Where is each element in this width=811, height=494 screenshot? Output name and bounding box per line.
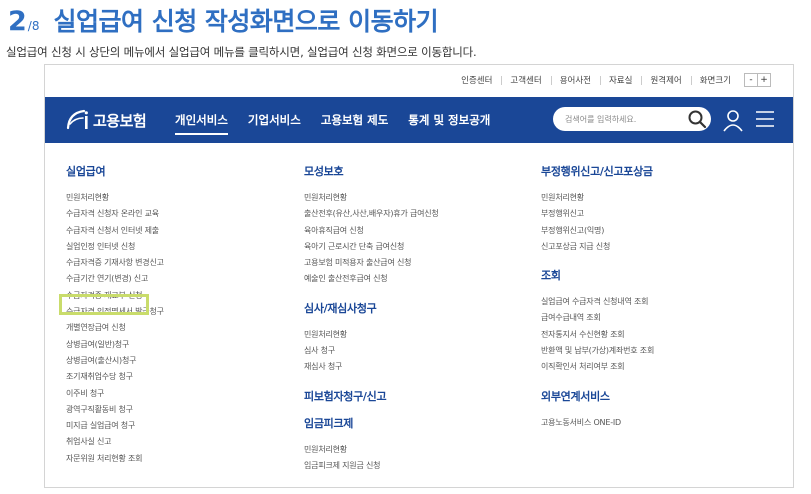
step-title: 2 /8 실업급여 신청 작성화면으로 이동하기 xyxy=(8,2,439,38)
menu-item-list: 민원처리현황 출산전후(유산,사산,배우자)휴가 급여신청 육아휴직급여 신청 육아기… xyxy=(304,190,439,288)
menu-category-title[interactable]: 부정행위신고/신고포상금 xyxy=(541,163,654,178)
menu-item[interactable]: 급여수급내역 조회 xyxy=(541,310,654,326)
menu-category-title[interactable]: 모성보호 xyxy=(304,163,439,178)
menu-category-title[interactable]: 피보험자청구/신고 xyxy=(304,388,439,403)
user-icon[interactable] xyxy=(721,108,745,132)
font-increase-button[interactable]: + xyxy=(758,73,771,87)
util-link-remote-control[interactable]: 원격제어 xyxy=(641,74,690,86)
util-screen-size-label: 화면크기 xyxy=(690,74,740,86)
font-decrease-button[interactable]: - xyxy=(744,73,758,87)
nav-personal-services[interactable]: 개인서비스 xyxy=(175,97,228,143)
nav-statistics[interactable]: 통계 및 정보공개 xyxy=(408,97,490,143)
menu-group: 모성보호민원처리현황 출산전후(유산,사산,배우자)휴가 급여신청 육아휴직급여 신… xyxy=(304,163,439,288)
highlight-box xyxy=(59,294,149,315)
menu-item[interactable]: 개별연장급여 신청 xyxy=(66,320,164,336)
menu-item-list: 민원처리현황 심사 청구 재심사 청구 xyxy=(304,327,439,376)
menu-item-list: 민원처리현황 부정행위신고 부정행위신고(익명) 신고포상금 지급 신청 xyxy=(541,190,654,255)
search-icon[interactable] xyxy=(687,109,707,129)
menu-item[interactable]: 수급자격증 기재사항 변경신고 xyxy=(66,255,164,271)
menu-category-title[interactable]: 임금피크제 xyxy=(304,415,439,430)
menu-column-3: 부정행위신고/신고포상금민원처리현황 부정행위신고 부정행위신고(익명) 신고포상금 … xyxy=(541,163,654,431)
menu-category-title[interactable]: 외부연계서비스 xyxy=(541,388,654,403)
util-link-archive[interactable]: 자료실 xyxy=(599,74,641,86)
menu-item[interactable]: 이주비 청구 xyxy=(66,386,164,402)
main-navigation-bar: 고용보험 개인서비스 기업서비스 고용보험 제도 통계 및 정보공개 xyxy=(45,97,793,143)
nav-insurance-system[interactable]: 고용보험 제도 xyxy=(321,97,388,143)
menu-item[interactable]: 취업사실 신고 xyxy=(66,434,164,450)
site-logo[interactable]: 고용보험 xyxy=(65,109,147,131)
menu-group: 부정행위신고/신고포상금민원처리현황 부정행위신고 부정행위신고(익명) 신고포상금 … xyxy=(541,163,654,255)
menu-item[interactable]: 민원처리현황 xyxy=(66,190,164,206)
step-total: /8 xyxy=(27,19,40,33)
font-size-control: - + xyxy=(744,73,771,87)
logo-mark-icon xyxy=(66,109,88,130)
menu-item-list: 고용노동서비스 ONE-ID xyxy=(541,415,654,431)
menu-column-2: 모성보호 민원처리현황 출산전후(유산,사산,배우자)휴가 급여신청 육아휴직급여 신… xyxy=(304,163,439,474)
menu-item[interactable]: 조기재취업수당 청구 xyxy=(66,369,164,385)
utility-bar: 인증센터 고객센터 용어사전 자료실 원격제어 화면크기 - + xyxy=(452,65,793,95)
menu-item[interactable]: 반환액 및 납부(가상)계좌번호 조회 xyxy=(541,343,654,359)
menu-item[interactable]: 육아기 근로시간 단축 급여신청 xyxy=(304,239,439,255)
menu-item[interactable]: 고용보험 미적용자 출산급여 신청 xyxy=(304,255,439,271)
menu-group: 외부연계서비스고용노동서비스 ONE-ID xyxy=(541,388,654,431)
menu-item[interactable]: 예술인 출산전후급여 신청 xyxy=(304,271,439,287)
menu-item[interactable]: 실업급여 수급자격 신청내역 조회 xyxy=(541,294,654,310)
menu-item[interactable]: 민원처리현황 xyxy=(304,327,439,343)
menu-item[interactable]: 광역구직활동비 청구 xyxy=(66,402,164,418)
menu-item-list: 민원처리현황 임금피크제 지원금 신청 xyxy=(304,442,439,475)
menu-category-title[interactable]: 조회 xyxy=(541,267,654,282)
menu-column-1: 실업급여민원처리현황 수급자격 신청자 온라인 교육 수급자격 신청서 인터넷 제출… xyxy=(66,163,164,467)
menu-item[interactable]: 민원처리현황 xyxy=(304,442,439,458)
page-title: 실업급여 신청 작성화면으로 이동하기 xyxy=(53,7,439,36)
menu-item[interactable]: 고용노동서비스 ONE-ID xyxy=(541,415,654,431)
menu-item[interactable]: 자문위원 처리현황 조회 xyxy=(66,451,164,467)
menu-category-title[interactable]: 실업급여 xyxy=(66,163,164,178)
menu-item[interactable]: 수급자격 신청서 인터넷 제출 xyxy=(66,223,164,239)
menu-item[interactable]: 수급자격 신청자 온라인 교육 xyxy=(66,206,164,222)
menu-item[interactable]: 부정행위신고 xyxy=(541,206,654,222)
menu-item[interactable]: 출산전후(유산,사산,배우자)휴가 급여신청 xyxy=(304,206,439,222)
menu-item-list: 민원처리현황 수급자격 신청자 온라인 교육 수급자격 신청서 인터넷 제출 실업인정… xyxy=(66,190,164,467)
menu-group: 피보험자청구/신고 xyxy=(304,388,439,403)
step-description: 실업급여 신청 시 상단의 메뉴에서 실업급여 메뉴를 클릭하시면, 실업급여 … xyxy=(6,45,477,59)
menu-item[interactable]: 상병급여(일반)청구 xyxy=(66,337,164,353)
menu-item[interactable]: 전자통지서 수신현황 조회 xyxy=(541,327,654,343)
menu-item[interactable]: 이직확인서 처리여부 조회 xyxy=(541,359,654,375)
menu-item[interactable]: 부정행위신고(익명) xyxy=(541,223,654,239)
menu-item[interactable]: 육아휴직급여 신청 xyxy=(304,223,439,239)
menu-item[interactable]: 실업인정 인터넷 신청 xyxy=(66,239,164,255)
menu-item[interactable]: 수급기간 연기(변경) 신고 xyxy=(66,271,164,287)
util-link-cert-center[interactable]: 인증센터 xyxy=(452,74,501,86)
menu-group: 임금피크제민원처리현황 임금피크제 지원금 신청 xyxy=(304,415,439,475)
menu-item[interactable]: 민원처리현황 xyxy=(541,190,654,206)
util-link-customer-center[interactable]: 고객센터 xyxy=(501,74,550,86)
logo-text: 고용보험 xyxy=(93,111,147,130)
hamburger-menu-icon[interactable] xyxy=(755,109,775,129)
menu-item[interactable]: 심사 청구 xyxy=(304,343,439,359)
step-number: 2 xyxy=(8,6,27,37)
menu-group: 조회실업급여 수급자격 신청내역 조회 급여수급내역 조회 전자통지서 수신현황 조… xyxy=(541,267,654,375)
website-screenshot: 인증센터 고객센터 용어사전 자료실 원격제어 화면크기 - + 고용보험 개인… xyxy=(44,64,794,488)
menu-item[interactable]: 상병급여(출산시)청구 xyxy=(66,353,164,369)
menu-item[interactable]: 신고포상금 지급 신청 xyxy=(541,239,654,255)
menu-category-title[interactable]: 심사/재심사청구 xyxy=(304,300,439,315)
search-input[interactable] xyxy=(565,111,685,127)
nav-business-services[interactable]: 기업서비스 xyxy=(248,97,301,143)
util-link-glossary[interactable]: 용어사전 xyxy=(550,74,600,86)
menu-item[interactable]: 재심사 청구 xyxy=(304,359,439,375)
menu-group: 실업급여민원처리현황 수급자격 신청자 온라인 교육 수급자격 신청서 인터넷 제출… xyxy=(66,163,164,467)
menu-item[interactable]: 미지급 실업급여 청구 xyxy=(66,418,164,434)
menu-item[interactable]: 임금피크제 지원금 신청 xyxy=(304,458,439,474)
search-box xyxy=(553,107,711,131)
menu-group: 심사/재심사청구민원처리현황 심사 청구 재심사 청구 xyxy=(304,300,439,376)
gnb: 개인서비스 기업서비스 고용보험 제도 통계 및 정보공개 xyxy=(175,97,510,143)
menu-item[interactable]: 민원처리현황 xyxy=(304,190,439,206)
menu-item-list: 실업급여 수급자격 신청내역 조회 급여수급내역 조회 전자통지서 수신현황 조회 반… xyxy=(541,294,654,375)
